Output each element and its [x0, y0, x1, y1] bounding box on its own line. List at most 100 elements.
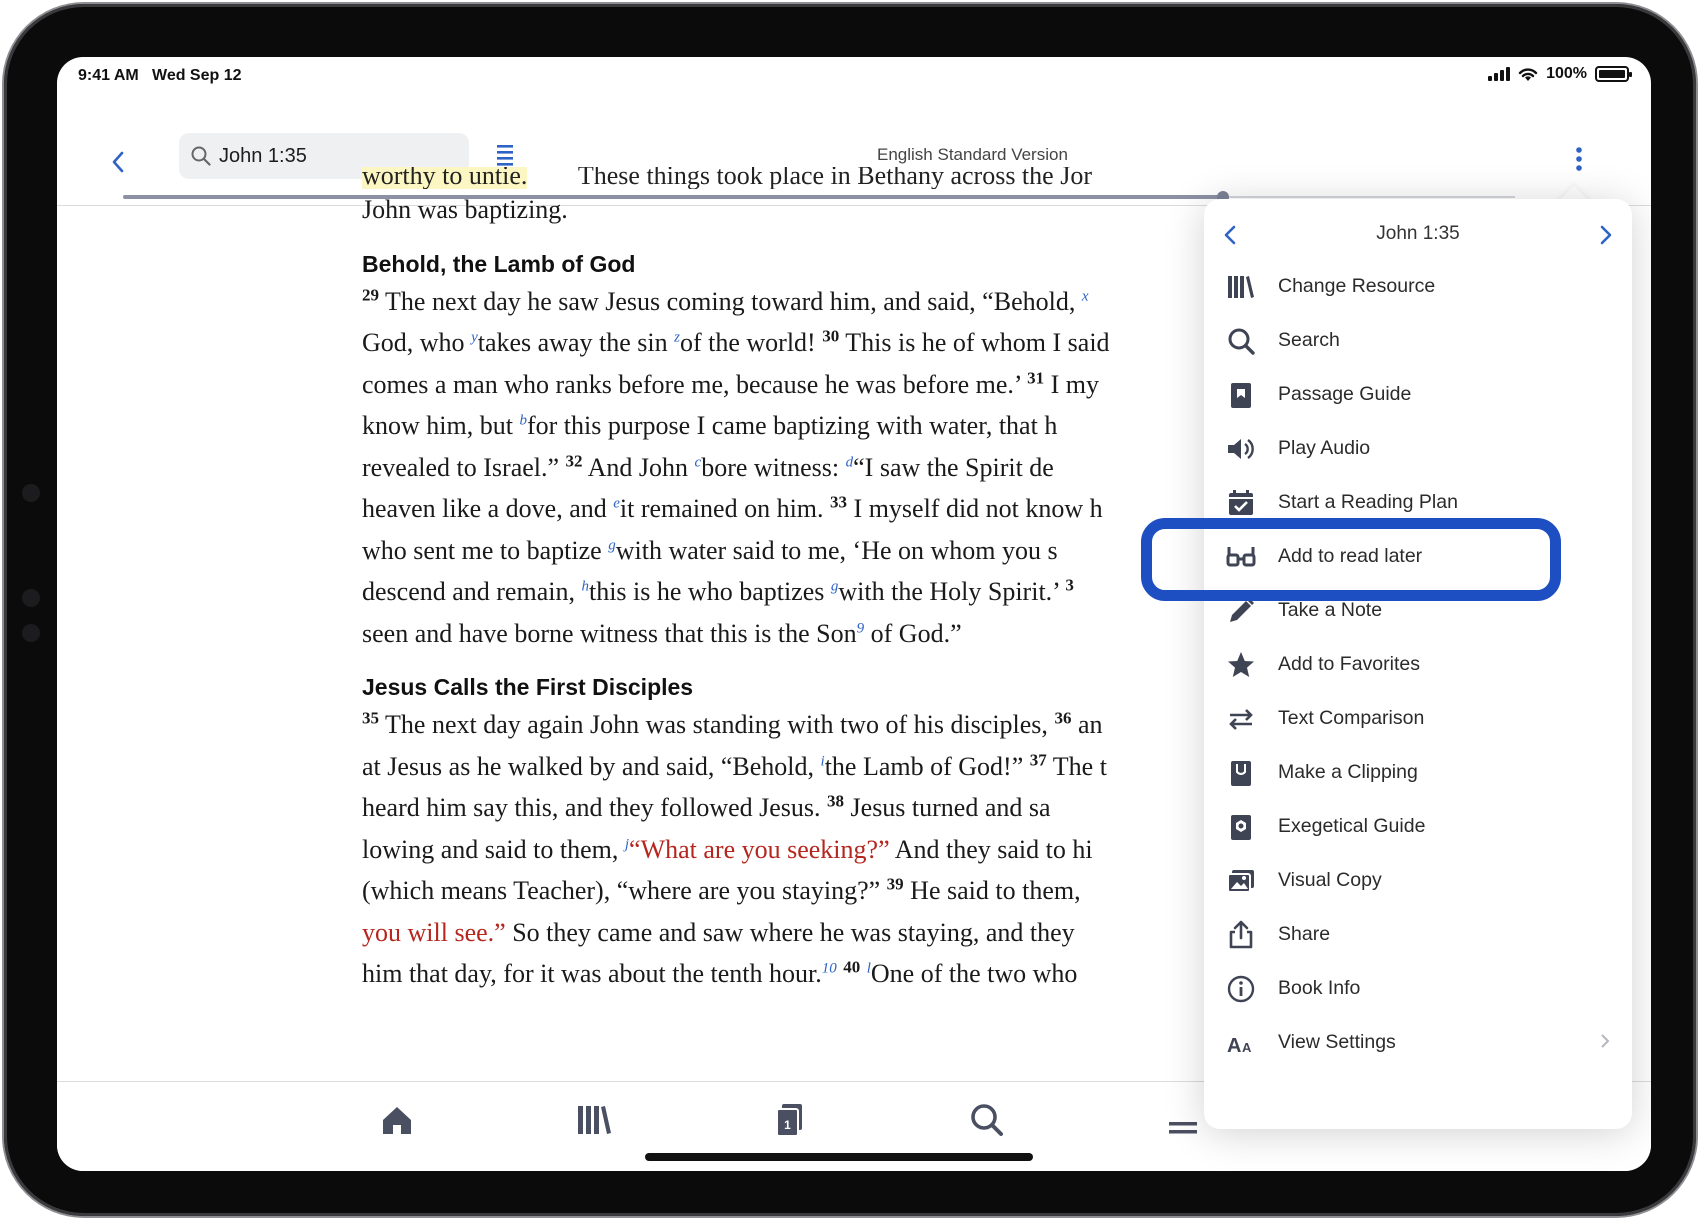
battery-percent: 100%	[1546, 65, 1587, 82]
footnote-marker[interactable]: d	[846, 454, 854, 470]
screen: 9:41 AM Wed Sep 12 100% John 1:35 Englis…	[57, 57, 1651, 1171]
share-icon	[1229, 920, 1253, 949]
exegetical-guide-icon	[1231, 815, 1251, 840]
highlighted-text[interactable]: worthy to untie.	[362, 167, 528, 189]
footnote-marker[interactable]: y	[471, 329, 478, 345]
menu-item-view-settings[interactable]: AA View Settings	[1204, 1013, 1632, 1071]
text-fragment: The next day again John was standing wit…	[385, 710, 1048, 739]
calendar-check-icon	[1229, 490, 1253, 515]
menu-item-label: Make a Clipping	[1278, 761, 1418, 783]
verse-number[interactable]: 38	[827, 791, 844, 810]
home-icon[interactable]	[377, 1100, 417, 1140]
words-of-christ: you will see.”	[362, 917, 506, 947]
text-fragment: revealed to Israel.”	[362, 452, 560, 482]
verse-number[interactable]: 36	[1054, 708, 1071, 727]
text-fragment: This is he of whom I said	[845, 328, 1110, 357]
footnote-marker[interactable]: h	[581, 578, 589, 594]
clipping-icon	[1231, 761, 1251, 786]
verse-number[interactable]: 40	[843, 957, 860, 976]
footnote-marker[interactable]: 10	[822, 960, 837, 976]
verse-number[interactable]: 32	[566, 451, 583, 470]
verse-number[interactable]: 39	[887, 874, 904, 893]
reference-search-value: John 1:35	[219, 144, 307, 167]
menu-item-book-info[interactable]: Book Info	[1204, 959, 1632, 1017]
text-fragment: I myself did not know h	[853, 494, 1103, 523]
resource-title[interactable]: English Standard Version	[877, 145, 1177, 165]
menu-item-label: Change Resource	[1278, 275, 1436, 297]
text-fragment: And John	[587, 452, 689, 482]
menu-item-exegetical-guide[interactable]: Exegetical Guide	[1204, 797, 1632, 855]
verse-number[interactable]: 35	[362, 708, 379, 727]
text-fragment: of the world!	[679, 328, 816, 357]
text-fragment: comes a man who ranks before me, because…	[362, 369, 1021, 399]
device-button	[22, 589, 40, 607]
menu-item-change-resource[interactable]: Change Resource	[1204, 257, 1632, 315]
swap-arrows-icon	[1229, 709, 1253, 730]
verse-number[interactable]: 3	[1065, 575, 1074, 594]
text-fragment: with water said to me, ‘He on whom you s	[615, 535, 1058, 565]
text-size-icon: AA	[1227, 1035, 1252, 1057]
svg-text:A: A	[1242, 1040, 1252, 1055]
status-time: 9:41 AM	[78, 67, 139, 84]
cellular-signal-icon	[1488, 67, 1511, 81]
search-icon	[191, 146, 211, 166]
menu-item-label: Book Info	[1278, 977, 1361, 999]
menu-item-label: Take a Note	[1278, 599, 1383, 621]
menu-item-label: Passage Guide	[1278, 383, 1412, 405]
verse-number[interactable]: 31	[1027, 368, 1044, 387]
footnote-marker[interactable]: g	[608, 537, 616, 553]
menu-item-play-audio[interactable]: Play Audio	[1204, 419, 1632, 477]
menu-icon[interactable]	[1163, 1100, 1203, 1140]
menu-item-share[interactable]: Share	[1204, 905, 1632, 963]
footnote-marker[interactable]: 9	[857, 620, 865, 636]
verse-number[interactable]: 30	[822, 326, 839, 345]
device-button	[22, 484, 40, 502]
menu-item-label: Search	[1278, 329, 1340, 351]
menu-item-add-to-favorites[interactable]: Add to Favorites	[1204, 635, 1632, 693]
menu-item-label: Text Comparison	[1278, 707, 1425, 729]
text-fragment: with the Holy Spirit.’	[838, 577, 1059, 606]
partially-scrolled-line: worthy to untie. These things took place…	[362, 167, 1382, 189]
text-fragment: who sent me to baptize	[362, 535, 602, 565]
visual-copy-icon	[1227, 870, 1254, 893]
text-fragment: I my	[1050, 369, 1100, 399]
menu-title: John 1:35	[1376, 223, 1460, 244]
text-fragment: the Lamb of God!”	[824, 751, 1024, 781]
footnote-marker[interactable]: e	[613, 495, 620, 511]
svg-text:A: A	[1227, 1035, 1241, 1057]
menu-item-visual-copy[interactable]: Visual Copy	[1204, 851, 1632, 909]
verse-number[interactable]: 33	[830, 492, 847, 511]
text-fragment: lowing and said to them,	[362, 834, 619, 864]
search-icon[interactable]	[967, 1100, 1007, 1140]
documents-icon[interactable]: 1	[770, 1100, 810, 1140]
words-of-christ: “What are you seeking?”	[629, 834, 890, 864]
menu-item-make-a-clipping[interactable]: Make a Clipping	[1204, 743, 1632, 801]
menu-item-search[interactable]: Search	[1204, 311, 1632, 369]
text-fragment: takes away the sin	[477, 328, 668, 357]
library-icon[interactable]	[573, 1100, 613, 1140]
text-fragment: One of the two who	[870, 959, 1078, 988]
menu-item-text-comparison[interactable]: Text Comparison	[1204, 689, 1632, 747]
footnote-marker[interactable]: b	[519, 412, 527, 428]
passage-actions-menu: John 1:35 Change Resource Search Passage…	[1204, 199, 1632, 1129]
search-icon	[1228, 328, 1255, 355]
menu-item-label: Visual Copy	[1278, 869, 1382, 891]
home-indicator[interactable]	[645, 1153, 1033, 1161]
menu-item-label: Share	[1278, 923, 1331, 945]
text-fragment: him that day, for it was about the tenth…	[362, 959, 822, 988]
menu-item-label: Exegetical Guide	[1278, 815, 1426, 837]
text-fragment: for this purpose I came baptizing with w…	[526, 411, 1058, 440]
device-button	[22, 624, 40, 642]
next-verse-chevron-icon[interactable]	[1600, 225, 1612, 245]
text-fragment: this is he who baptizes	[588, 577, 825, 606]
text-fragment: These things took place in Bethany acros…	[577, 167, 1092, 189]
text-fragment: of God.”	[870, 618, 962, 648]
text-fragment: God, who	[362, 328, 465, 357]
table-of-contents-icon[interactable]	[497, 144, 515, 166]
text-fragment: seen and have borne witness that this is…	[362, 618, 857, 648]
verse-number[interactable]: 37	[1030, 750, 1047, 769]
menu-item-passage-guide[interactable]: Passage Guide	[1204, 365, 1632, 423]
verse-number[interactable]: 29	[362, 285, 379, 304]
status-date: Wed Sep 12	[152, 67, 242, 84]
footnote-marker[interactable]: x	[1082, 288, 1089, 304]
